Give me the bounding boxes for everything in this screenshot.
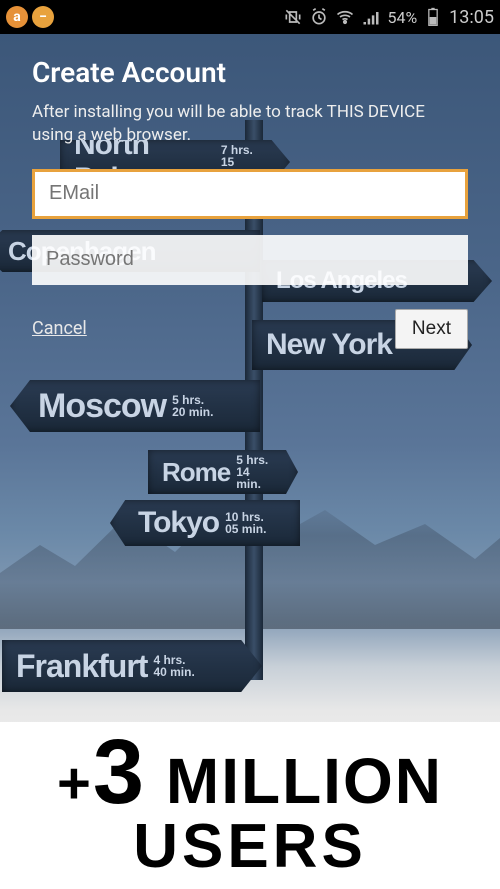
sign-tokyo: Tokyo 10 hrs.05 min.: [110, 500, 300, 546]
sign-time: 5 hrs.14 min.: [236, 454, 270, 490]
promo-banner: +3 MILLION USERS: [0, 722, 500, 889]
sign-label: Moscow: [38, 387, 166, 426]
sign-label: Frankfurt: [16, 648, 147, 685]
battery-icon: [423, 7, 443, 27]
alarm-icon: [309, 7, 329, 27]
promo-word: MILLION: [166, 745, 443, 817]
sign-time: 4 hrs.40 min.: [153, 654, 194, 678]
wifi-icon: [335, 7, 355, 27]
email-input[interactable]: [32, 169, 468, 219]
signal-icon: [361, 7, 381, 27]
sign-label: Rome: [162, 457, 230, 488]
promo-number: 3: [93, 721, 146, 823]
battery-percent: 54%: [387, 8, 417, 27]
page-subtitle: After installing you will be able to tra…: [32, 101, 468, 147]
vibrate-icon: [283, 7, 303, 27]
sign-label: Tokyo: [138, 506, 219, 540]
sign-moscow: Moscow 5 hrs.20 min.: [10, 380, 260, 432]
clock: 13:05: [449, 7, 494, 28]
next-button[interactable]: Next: [395, 309, 468, 349]
page-title: Create Account: [32, 56, 468, 89]
app-icon-1: a: [6, 6, 28, 28]
status-bar: a − 54% 13:05: [0, 0, 500, 34]
sign-time: 5 hrs.20 min.: [172, 394, 213, 418]
sign-rome: Rome 5 hrs.14 min.: [148, 450, 298, 494]
password-input[interactable]: [32, 235, 468, 285]
sign-frankfurt: Frankfurt 4 hrs.40 min.: [2, 640, 262, 692]
sign-time: 10 hrs.05 min.: [225, 511, 266, 535]
promo-plus: +: [57, 751, 93, 816]
create-account-form: Create Account After installing you will…: [0, 34, 500, 349]
promo-line2: USERS: [0, 818, 500, 877]
app-icon-2: −: [32, 6, 54, 28]
cancel-link[interactable]: Cancel: [32, 318, 87, 339]
